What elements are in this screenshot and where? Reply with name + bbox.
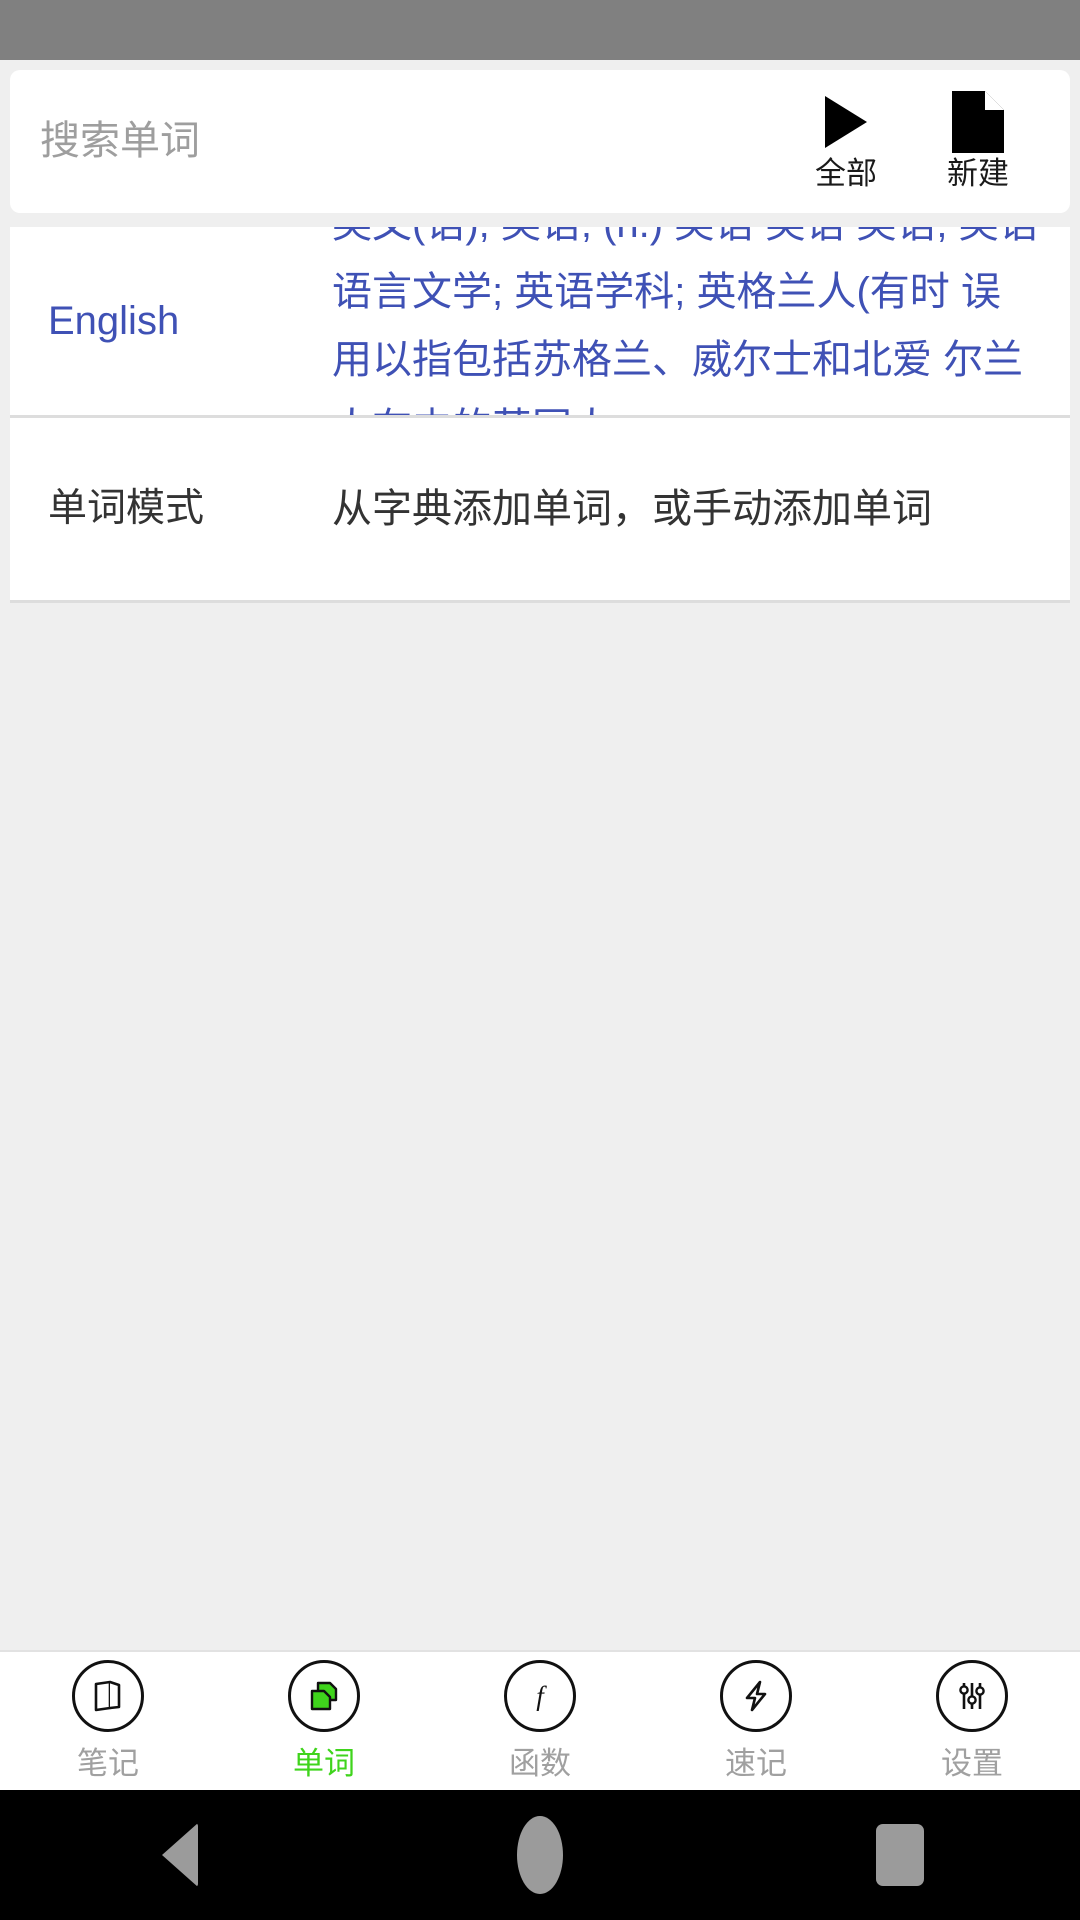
- list-item-word-mode[interactable]: 单词模式 从字典添加单词，或手动添加单词: [10, 418, 1070, 603]
- system-back-button[interactable]: [90, 1790, 270, 1920]
- definition-line-1: 语言文学; 英语学科; 英格兰人(有时: [332, 269, 950, 314]
- nav-label-function: 函数: [509, 1745, 571, 1781]
- system-recents-button[interactable]: [810, 1790, 990, 1920]
- new-word-button[interactable]: 新建: [930, 91, 1026, 191]
- nav-item-notes[interactable]: 笔记: [0, 1659, 216, 1783]
- nav-item-shorthand[interactable]: 速记: [648, 1659, 864, 1783]
- nav-label-words: 单词: [293, 1745, 355, 1781]
- nav-label-notes: 笔记: [77, 1745, 139, 1781]
- function-f-icon: f: [504, 1659, 576, 1732]
- nav-item-settings[interactable]: 设置: [864, 1659, 1080, 1783]
- back-triangle-icon: [162, 1823, 198, 1887]
- nav-item-words[interactable]: 单词: [216, 1659, 432, 1783]
- sliders-icon: [936, 1659, 1008, 1732]
- play-all-button[interactable]: 全部: [798, 91, 894, 191]
- system-navigation-bar: [0, 1790, 1080, 1920]
- nav-label-shorthand: 速记: [725, 1745, 787, 1781]
- lightning-bolt-icon: [720, 1659, 792, 1732]
- svg-text:f: f: [536, 1681, 547, 1711]
- play-all-label: 全部: [815, 156, 877, 192]
- recents-square-icon: [876, 1824, 924, 1886]
- play-icon: [825, 91, 867, 153]
- nav-label-settings: 设置: [941, 1745, 1003, 1781]
- nav-item-function[interactable]: f 函数: [432, 1659, 648, 1783]
- system-home-button[interactable]: [450, 1790, 630, 1920]
- word-definition: 英文(语); 英语; (n.) 英语 英语 英语; 英语 语言文学; 英语学科;…: [332, 227, 1070, 415]
- definition-clipped-top: 英文(语); 英语; (n.) 英语 英语 英语; 英语: [332, 227, 1039, 246]
- search-appbar-card: 全部 新建: [10, 70, 1070, 213]
- word-mode-description: 从字典添加单词，或手动添加单词: [332, 487, 932, 531]
- word-list: English 英文(语); 英语; (n.) 英语 英语 英语; 英语 语言文…: [0, 213, 1080, 1790]
- word-mode-title: 单词模式: [48, 486, 205, 530]
- bottom-navigation: 笔记 单词 f 函数 速记 设置: [0, 1650, 1080, 1790]
- book-icon: [72, 1659, 144, 1732]
- new-file-icon: [952, 91, 1004, 154]
- home-circle-icon: [517, 1816, 563, 1894]
- appbar-actions: 全部 新建: [798, 91, 1052, 191]
- app-content: 全部 新建 English 英文(语); 英语; (n.) 英语 英语 英语; …: [0, 60, 1080, 1790]
- search-input[interactable]: [40, 119, 798, 164]
- word-title: English: [48, 299, 180, 343]
- documents-icon: [288, 1659, 360, 1732]
- list-item-english[interactable]: English 英文(语); 英语; (n.) 英语 英语 英语; 英语 语言文…: [10, 227, 1070, 418]
- new-word-label: 新建: [947, 156, 1009, 192]
- status-bar: [0, 0, 1080, 60]
